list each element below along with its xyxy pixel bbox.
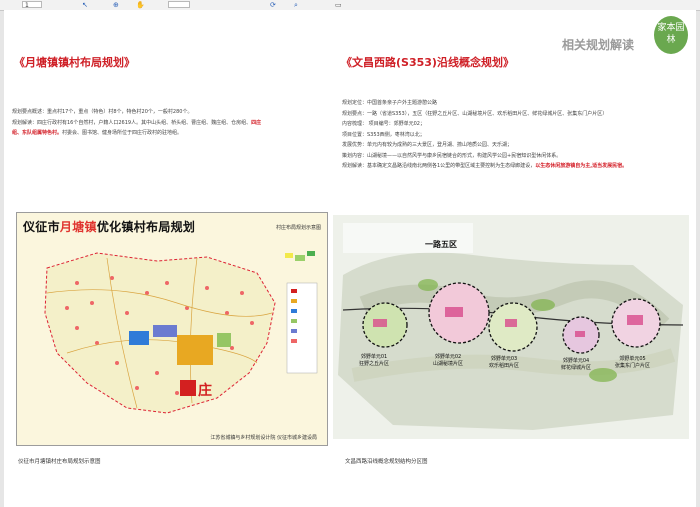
right-line-5: 发展优势：单元内有较为成熟的三大景区，登月湖、捺山地质公园、天乐湖； <box>342 142 513 148</box>
unit-label-3: 郊野单元03 欢乐稻田片区 <box>489 356 520 369</box>
right-title: 《文昌西路(S353)沿线概念规划》 <box>341 56 514 69</box>
left-line-3: 组、东队组属特色村。村委会、图书馆、健身场所位于四庄行政村的驻地组。 <box>12 130 183 136</box>
unit-label-1: 郊野单元01 狂野之丘片区 <box>359 354 390 367</box>
right-line-3: 内容梳理： 项目编号：郊野单元02； <box>342 121 425 127</box>
unit-label-4: 郊野单元04 鲜花绿城片区 <box>561 358 592 371</box>
left-line-2: 规划解读：四庄行政村有16个自然村，户籍人口2619人。其中山头组、桥头组、曹庄… <box>12 119 262 126</box>
right-line-1: 规划定位：中国首条亲子户外主题游憩公路 <box>342 100 438 106</box>
right-line-6: 策划内容：山湖秘境——以自然风学与康乡民宿链合的形式，构建风学公园+民宿知识型休… <box>342 152 562 159</box>
map-label: 庄 <box>198 382 212 399</box>
search-icon[interactable]: ⌕ <box>294 1 298 9</box>
section-title: 相关规划解读 <box>561 38 634 52</box>
rotate-icon[interactable]: ⟳ <box>270 1 276 9</box>
corridor-map-graphic <box>338 223 684 430</box>
right-line-4: 项目位置：S353西侧，枣林湾以北； <box>342 131 425 138</box>
page-number-field[interactable]: 1 <box>22 1 42 9</box>
map-top-note: 一路五区 <box>425 240 457 249</box>
zoom-icon[interactable]: ⊕ <box>113 1 119 9</box>
select-arrow-icon[interactable]: ↖ <box>82 1 88 9</box>
zoom-field[interactable] <box>168 1 190 8</box>
page-icon[interactable]: ▭ <box>335 1 342 9</box>
document-page: 相关规划解读 家本园林 《月塘镇镇村布局规划》 规划要点概述：重点村17个，重点… <box>4 10 696 507</box>
brand-logo: 家本园林 <box>654 16 688 54</box>
hand-icon[interactable]: ✋ <box>136 1 145 9</box>
left-text: 规划要点概述：重点村17个，重点（特色）村8个，特色村20个，一般村280个。 … <box>12 107 324 139</box>
left-line-1: 规划要点概述：重点村17个，重点（特色）村8个，特色村20个，一般村280个。 <box>12 109 193 115</box>
map-graphic: 庄 <box>17 235 327 445</box>
unit-label-5: 郊野单元05 张集东门户片区 <box>615 356 651 369</box>
right-text: 规划定位：中国首条亲子户外主题游憩公路 规划要点：一路（省道S353），五区（狂… <box>342 98 688 172</box>
map-footer: 江苏省城镇与乡村规划设计院 仪征市城乡建设局 <box>210 435 317 441</box>
left-title: 《月塘镇镇村布局规划》 <box>14 56 135 69</box>
corridor-plan-map: 一路五区 郊野单元01 狂野之丘片区 郊野单元02 山湖秘境片区 郊野单元03 … <box>333 215 689 439</box>
right-caption: 文昌西路沿线概念规划结构分区图 <box>345 459 428 465</box>
right-line-2: 规划要点：一路（省道S353），五区（狂野之丘片区、山湖秘境片区、欢乐稻田片区、… <box>342 110 608 117</box>
unit-label-2: 郊野单元02 山湖秘境片区 <box>433 354 464 367</box>
village-layout-map: 仪征市月塘镇优化镇村布局规划 村庄布局规划示意图 庄 江苏省城镇与乡村规划设计院… <box>16 212 328 446</box>
right-line-7: 规划解读：基本确定文昌路沿线南北两侧各1公里的带型区域主要控制为生态绿廊建设，以… <box>342 163 628 169</box>
left-caption: 仪征市月塘镇村庄布局规划示意图 <box>18 459 101 465</box>
